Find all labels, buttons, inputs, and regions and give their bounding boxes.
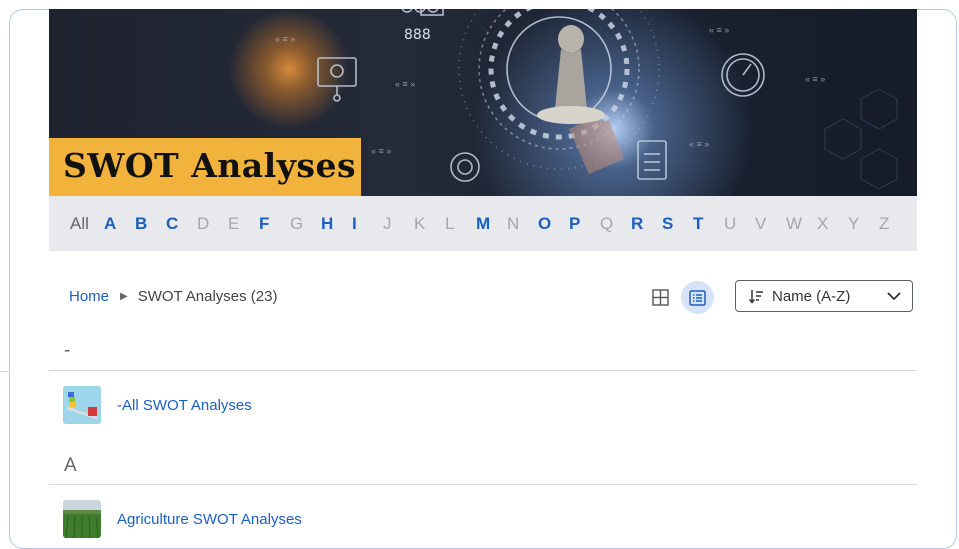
alphabet-letter-u: U xyxy=(724,213,737,233)
alphabet-letter-i[interactable]: I xyxy=(352,214,383,234)
section-divider xyxy=(49,484,917,485)
list-item-link[interactable]: Agriculture SWOT Analyses xyxy=(117,511,302,528)
alphabet-letter-m[interactable]: M xyxy=(476,214,507,234)
breadcrumb-separator-icon: ▶ xyxy=(120,291,128,302)
svg-text:« ≡ »: « ≡ » xyxy=(371,146,391,156)
alphabet-letter-w: W xyxy=(786,213,803,233)
alphabet-letter-s[interactable]: S xyxy=(662,214,693,234)
page-title: SWOT Analyses xyxy=(63,146,357,185)
alphabet-letter-y: Y xyxy=(848,213,860,233)
section-heading: - xyxy=(64,340,71,361)
alphabet-letter-x: X xyxy=(817,213,829,233)
list-view-icon xyxy=(689,289,706,306)
sort-label: Name (A-Z) xyxy=(772,287,851,305)
item-thumbnail[interactable] xyxy=(63,386,101,424)
grid-view-icon xyxy=(651,288,669,306)
alphabet-letter-d: D xyxy=(197,213,210,233)
alphabet-letter-e: E xyxy=(228,213,240,233)
sort-dropdown[interactable]: Name (A-Z) xyxy=(735,280,913,312)
alphabet-filter: All ABCDEFGHIJ KL MNOPQRSTUVWXYZ xyxy=(49,196,917,251)
breadcrumb: Home ▶ SWOT Analyses (23) xyxy=(69,288,278,305)
alphabet-letter-b[interactable]: B xyxy=(135,214,166,234)
alphabet-letter-a[interactable]: A xyxy=(104,214,135,234)
banner-title-box: SWOT Analyses xyxy=(49,138,361,196)
list-item-link[interactable]: -All SWOT Analyses xyxy=(117,397,252,414)
svg-text:« ≡ »: « ≡ » xyxy=(275,34,295,44)
alphabet-letter-n: N xyxy=(507,213,520,233)
alphabet-letter-j: J xyxy=(383,213,392,233)
svg-text:« ≡ »: « ≡ » xyxy=(709,25,729,35)
svg-text:888: 888 xyxy=(404,27,431,43)
alphabet-letter-k: K xyxy=(414,213,426,233)
svg-text:« ≡ »: « ≡ » xyxy=(805,74,825,84)
alphabet-letter-g: G xyxy=(290,213,304,233)
grid-view-button[interactable] xyxy=(649,286,671,308)
alphabet-letter-v: V xyxy=(755,213,767,233)
alphabet-letter-c[interactable]: C xyxy=(166,214,197,234)
field-photo xyxy=(63,500,101,538)
alphabet-letter-t[interactable]: T xyxy=(693,214,724,234)
item-thumbnail[interactable] xyxy=(63,500,101,538)
alphabet-letter-r[interactable]: R xyxy=(631,214,662,234)
alphabet-letter-l: L xyxy=(445,213,455,233)
seesaw-icon xyxy=(63,386,101,424)
breadcrumb-current: SWOT Analyses (23) xyxy=(137,288,278,305)
chevron-down-icon xyxy=(887,292,901,301)
alphabet-all-link[interactable]: All xyxy=(70,214,104,234)
section-heading: A xyxy=(64,455,77,476)
breadcrumb-home-link[interactable]: Home xyxy=(69,288,109,305)
alphabet-letter-o[interactable]: O xyxy=(538,214,569,234)
divider xyxy=(0,371,10,372)
alphabet-letter-z: Z xyxy=(879,213,890,233)
alphabet-letter-f[interactable]: F xyxy=(259,214,290,234)
section-divider xyxy=(49,370,917,371)
alphabet-letter-h[interactable]: H xyxy=(321,214,352,234)
svg-text:« ≡ »: « ≡ » xyxy=(395,79,415,89)
list-view-button[interactable] xyxy=(681,281,714,314)
alphabet-letter-q: Q xyxy=(600,213,614,233)
sort-icon xyxy=(749,289,763,304)
svg-text:« ≡ »: « ≡ » xyxy=(689,139,709,149)
alphabet-letter-p[interactable]: P xyxy=(569,214,600,234)
